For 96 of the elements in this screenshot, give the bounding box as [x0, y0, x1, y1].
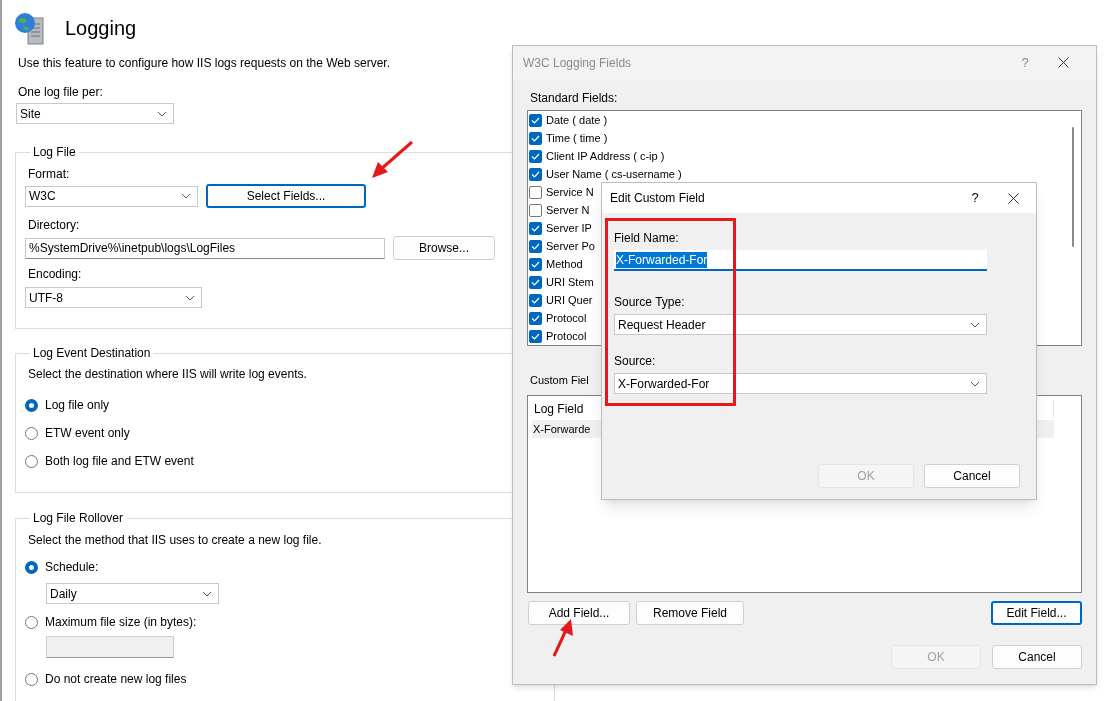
check-icon [531, 296, 540, 304]
checkbox[interactable] [529, 185, 542, 199]
radio-button[interactable] [25, 426, 38, 440]
field-option-label[interactable]: URI Stem [546, 275, 594, 289]
check-icon [531, 170, 540, 178]
checkbox[interactable] [529, 203, 542, 217]
radio-label[interactable]: ETW event only [45, 424, 130, 442]
checkbox[interactable] [529, 131, 542, 145]
field-option-label[interactable]: URI Quer [546, 293, 593, 307]
radio-button[interactable] [25, 672, 38, 686]
scrollbar-thumb[interactable] [1072, 127, 1074, 247]
field-label: Standard Fields: [530, 91, 618, 107]
check-icon [531, 314, 540, 322]
checkbox[interactable] [529, 167, 542, 181]
field-label: Source Type: [614, 295, 685, 309]
field-label: Custom Fiel [530, 373, 589, 387]
checkbox[interactable] [529, 113, 542, 127]
field-label: Directory: [28, 218, 80, 232]
help-button[interactable]: ? [960, 188, 990, 208]
chevron-down-icon [157, 110, 167, 117]
checkbox[interactable] [529, 275, 542, 289]
radio-label[interactable]: Both log file and ETW event [45, 452, 194, 470]
field-option-label[interactable]: Method [546, 257, 583, 271]
dialog-title: W3C Logging Fields [523, 54, 633, 72]
field-option-label[interactable]: Server IP [546, 221, 592, 235]
field-option-label[interactable]: Service N [546, 185, 594, 199]
field-label: Source: [614, 354, 656, 368]
field-label: Encoding: [28, 267, 82, 281]
globe-server-icon [14, 11, 47, 45]
field-option-label[interactable]: Client IP Address ( c-ip ) [546, 149, 665, 163]
checkbox[interactable] [529, 311, 542, 325]
close-icon [1007, 192, 1019, 204]
page-description: Use this feature to configure how IIS logs requests on the Web server. [18, 56, 390, 70]
checkbox[interactable] [529, 221, 542, 235]
checkbox[interactable] [529, 149, 542, 163]
check-icon [531, 152, 540, 160]
check-icon [531, 278, 540, 286]
button[interactable]: Select Fields... [206, 184, 366, 208]
field-option-label[interactable]: Protocol [546, 329, 587, 343]
check-icon [531, 260, 540, 268]
text-field[interactable]: X-Forwarded-For [614, 250, 987, 271]
radio-label[interactable]: Do not create new log files [45, 670, 187, 688]
button[interactable]: Browse... [393, 236, 495, 260]
field-label: Format: [28, 167, 70, 181]
annotation-arrow [370, 140, 414, 180]
dropdown[interactable]: W3C [25, 185, 198, 207]
field-label: Field Name: [614, 231, 679, 245]
checkbox[interactable] [529, 257, 542, 271]
check-icon [531, 134, 540, 142]
dialog-title: Edit Custom Field [610, 190, 706, 207]
annotation-arrow [551, 618, 575, 658]
dropdown[interactable]: X-Forwarded-For [614, 373, 987, 394]
button[interactable]: Edit Field... [991, 601, 1082, 625]
button[interactable]: Remove Field [636, 601, 744, 625]
column-header[interactable]: Log Field [532, 400, 584, 418]
group-legend: Log Event Destination [30, 346, 154, 360]
page-title: Logging [65, 16, 137, 40]
field-label: One log file per: [18, 85, 103, 99]
radio-label[interactable]: Log file only [45, 396, 110, 414]
text-field[interactable]: %SystemDrive%\inetpub\logs\LogFiles [25, 237, 385, 259]
field-option-label[interactable]: Server N [546, 203, 590, 217]
check-icon [531, 242, 540, 250]
field-option-label[interactable]: User Name ( cs-username ) [546, 167, 682, 181]
dropdown[interactable]: Request Header [614, 314, 987, 335]
section-description: Select the method that IIS uses to create a new log file. [28, 533, 323, 547]
chevron-down-icon [202, 590, 212, 597]
field-option-label[interactable]: Date ( date ) [546, 113, 608, 127]
radio-button[interactable] [25, 398, 38, 412]
chevron-down-icon [185, 294, 195, 301]
radio-button[interactable] [25, 560, 38, 574]
dropdown[interactable]: UTF-8 [25, 287, 202, 308]
radio-label[interactable]: Maximum file size (in bytes): [45, 613, 197, 631]
chevron-down-icon [181, 193, 191, 199]
group-legend: Log File [30, 145, 79, 159]
group-legend: Log File Rollover [30, 511, 127, 525]
radio-button[interactable] [25, 615, 38, 629]
field-option-label[interactable]: Time ( time ) [546, 131, 608, 145]
field-option-label[interactable]: Server Po [546, 239, 595, 253]
chevron-down-icon [970, 380, 980, 387]
radio-label[interactable]: Schedule: [45, 558, 99, 576]
dropdown[interactable]: Site [16, 103, 174, 124]
dropdown[interactable]: Daily [46, 583, 219, 604]
list-cell-text: X-Forwarde [532, 421, 591, 437]
radio-button[interactable] [25, 454, 38, 468]
close-icon [1057, 57, 1069, 68]
button[interactable]: Cancel [992, 645, 1082, 669]
chevron-down-icon [970, 321, 980, 328]
check-icon [531, 332, 540, 340]
check-icon [531, 116, 540, 124]
check-icon [531, 224, 540, 232]
field-option-label[interactable]: Protocol [546, 311, 587, 325]
button[interactable]: Cancel [924, 464, 1020, 488]
checkbox[interactable] [529, 239, 542, 253]
checkbox[interactable] [529, 293, 542, 307]
checkbox[interactable] [529, 329, 542, 343]
button[interactable]: Add Field... [528, 601, 630, 625]
